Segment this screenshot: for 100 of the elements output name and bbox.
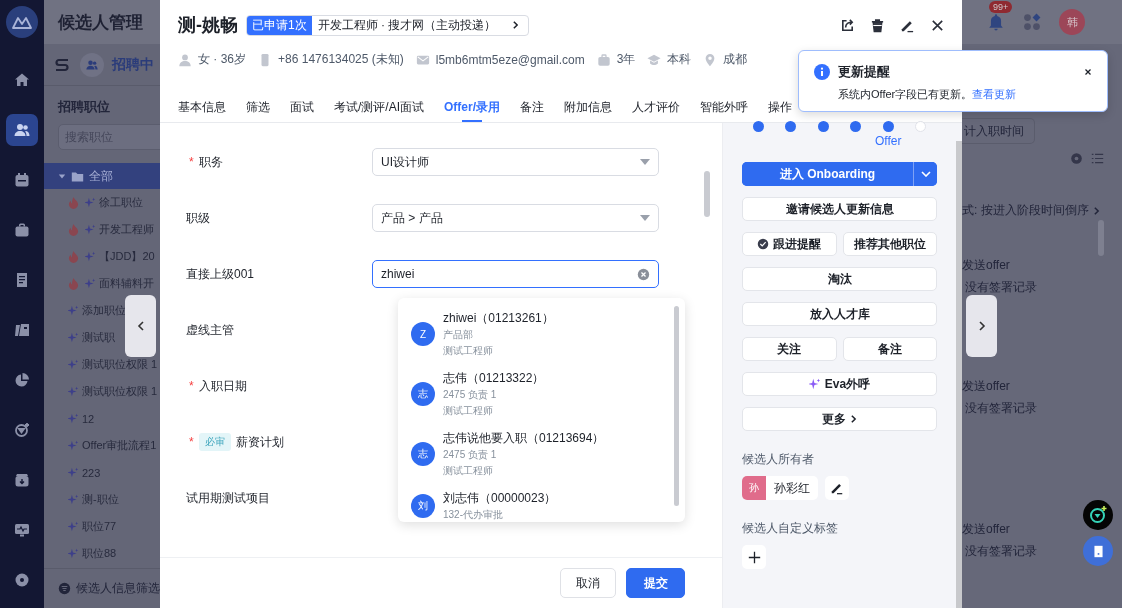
notification-message: 系统内Offer字段已有更新。 — [838, 87, 973, 102]
sparkle-icon — [68, 332, 79, 343]
select-field[interactable]: UI设计师 — [372, 148, 659, 176]
notes-button[interactable] — [1083, 536, 1113, 566]
follow-up-button[interactable]: 跟进提醒 — [742, 232, 837, 256]
application-selector[interactable]: 已申请1次 开发工程师 · 搜才网（主动投递） — [246, 14, 530, 36]
clear-icon[interactable] — [637, 267, 650, 281]
chevron-right-icon — [512, 20, 520, 30]
sparkle-icon — [85, 224, 96, 235]
suggestion-option[interactable]: 志 志伟说他要入职（01213694） 2475 负责 1 测试工程师 — [398, 424, 685, 484]
section-title: 招聘职位 — [58, 98, 111, 116]
share-icon[interactable] — [840, 17, 855, 33]
tab[interactable]: 面试 — [290, 92, 314, 122]
edit-icon — [830, 481, 844, 495]
offer-status: 发送offer — [962, 521, 1010, 538]
mountain-logo-icon — [12, 15, 32, 29]
app-logo[interactable] — [6, 6, 38, 38]
close-icon[interactable] — [930, 17, 945, 33]
tree-label: 全部 — [89, 167, 113, 185]
more-button[interactable]: 更多 — [742, 407, 937, 431]
sparkle-icon — [68, 494, 79, 505]
candidate-name: 测-姚畅 — [178, 14, 238, 37]
edit-button[interactable] — [825, 476, 849, 500]
sparkle-icon — [68, 413, 79, 424]
briefcase-icon — [14, 222, 30, 238]
scrollbar[interactable] — [956, 141, 962, 608]
field-label: 薪资计划 — [235, 433, 284, 451]
calendar-icon — [14, 172, 30, 188]
chevron-right-icon — [977, 320, 986, 332]
select-value: 产品 > 产品 — [381, 209, 443, 227]
action-button[interactable]: 备注 — [842, 337, 937, 361]
tab[interactable]: Offer/录用 — [444, 92, 501, 122]
tab[interactable]: 备注 — [520, 92, 545, 122]
tab[interactable]: 智能外呼 — [700, 92, 749, 122]
user-avatar: Z — [411, 322, 435, 346]
book-icon — [14, 322, 30, 338]
user-detail: 产品部 — [443, 328, 474, 342]
sparkle-icon — [68, 359, 79, 370]
user-detail: 2475 负责 1 — [443, 388, 498, 402]
suggestion-option[interactable]: Z zhiwei（01213261） 产品部 测试工程师 — [398, 304, 685, 364]
sparkle-icon — [68, 440, 79, 451]
user-avatar[interactable]: 韩 — [1059, 9, 1085, 35]
signing-status: 没有签署记录 — [965, 543, 1037, 560]
check-circle-icon — [757, 238, 770, 250]
suggestion-option[interactable]: 刘 刘志伟（00000023） 132-代办审批 — [398, 484, 685, 522]
scrollbar[interactable] — [1098, 220, 1104, 256]
tab[interactable]: 人才评价 — [632, 92, 681, 122]
action-button[interactable]: 放入人才库 — [742, 302, 937, 326]
action-button[interactable]: 邀请候选人更新信息 — [742, 197, 937, 221]
candidate-detail: +86 1476134025 (未知) — [278, 51, 404, 68]
delete-icon[interactable] — [870, 17, 885, 33]
caret-icon — [58, 172, 66, 180]
cancel-button[interactable]: 取消 — [560, 568, 616, 598]
owner-avatar: 孙 — [742, 476, 766, 500]
field-value: zhiwei — [381, 267, 415, 281]
candidate-detail: l5mb6mtm5eze@gmail.com — [435, 52, 585, 67]
caret-down-icon — [640, 159, 650, 165]
sparkle-icon — [68, 386, 79, 397]
candidate-detail: 成都 — [723, 51, 748, 68]
position-name: 12 — [82, 412, 95, 425]
previous-button[interactable] — [125, 295, 156, 357]
offer-status: 发送offer — [962, 257, 1010, 274]
chevron-left-icon — [136, 320, 145, 332]
user-avatar: 志 — [411, 442, 435, 466]
pie-chart-icon — [14, 372, 30, 388]
assistant-button[interactable] — [1083, 500, 1113, 530]
tab[interactable]: 筛选 — [246, 92, 270, 122]
user-avatar: 刘 — [411, 494, 435, 518]
suggestion-option[interactable]: 志 志伟（01213322） 2475 负责 1 测试工程师 — [398, 364, 685, 424]
chevron-right-icon[interactable] — [1092, 205, 1100, 216]
scrollbar[interactable] — [704, 171, 710, 217]
text-field[interactable]: zhiwei — [372, 260, 659, 288]
notification-title: 更新提醒 — [838, 63, 891, 81]
action-button[interactable]: 推荐其他职位 — [842, 232, 937, 256]
scrollbar[interactable] — [674, 306, 679, 506]
view-updates-link[interactable]: 查看更新 — [972, 87, 1017, 102]
tree-item[interactable]: 全部 — [44, 163, 160, 189]
section-title: 候选人所有者 — [742, 451, 815, 468]
action-button[interactable]: 关注 — [742, 337, 837, 361]
tab[interactable]: 基本信息 — [178, 92, 226, 122]
people-nav-item[interactable] — [6, 114, 38, 146]
person-icon — [178, 52, 192, 67]
submit-button[interactable]: 提交 — [626, 568, 685, 598]
add-tag-button[interactable] — [742, 545, 766, 569]
switch-icon[interactable] — [54, 56, 70, 73]
select-field[interactable]: 产品 > 产品 — [372, 204, 659, 232]
next-button[interactable] — [966, 295, 997, 357]
tab[interactable]: 考试/测评/AI面试 — [334, 92, 424, 122]
user-avatar: 志 — [411, 382, 435, 406]
user-detail: 132-代办审批 — [443, 508, 504, 522]
select-value: UI设计师 — [381, 153, 429, 171]
close-icon[interactable] — [1083, 67, 1093, 77]
dropdown-button[interactable] — [913, 162, 937, 186]
ai-call-button[interactable]: Eva外呼 — [742, 372, 937, 396]
sparkle-icon — [85, 251, 96, 262]
review-tag: 必审 — [198, 433, 231, 451]
tab[interactable]: 操作 — [768, 92, 793, 122]
tab[interactable]: 附加信息 — [564, 92, 613, 122]
action-button[interactable]: 淘汰 — [742, 267, 937, 291]
position-name: 223 — [82, 466, 101, 479]
